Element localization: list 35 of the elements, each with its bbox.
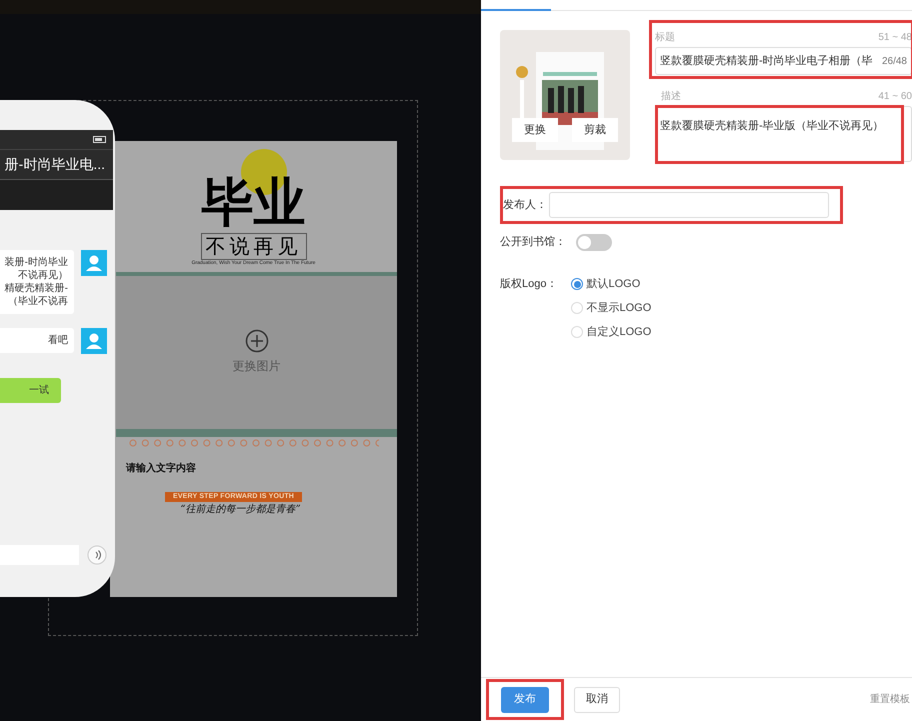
field-label: 描述: [661, 90, 681, 104]
plus-circle-icon: [244, 329, 268, 353]
user-avatar-icon: [81, 250, 107, 276]
voice-icon[interactable]: [87, 545, 107, 565]
public-switch[interactable]: [576, 234, 612, 251]
replace-button[interactable]: 更换: [512, 118, 558, 142]
poster-subtitle: 不说再见: [200, 233, 306, 260]
reset-template-link[interactable]: 重置模板: [870, 692, 910, 707]
field-label: 标题: [655, 30, 675, 45]
poster-headline: 毕业: [202, 177, 306, 229]
try-button[interactable]: 一试: [0, 378, 61, 403]
logo-label: 版权Logo：: [500, 277, 558, 292]
publisher-field[interactable]: [549, 192, 829, 218]
length-range: 51 ~ 48: [878, 31, 912, 45]
message-text: 不说再见）: [18, 269, 68, 282]
battery-icon: [93, 136, 107, 143]
message-text: 看吧: [48, 334, 68, 347]
user-avatar-icon: [81, 328, 107, 354]
logo-radio[interactable]: 默认LOGO: [571, 275, 652, 293]
cancel-button[interactable]: 取消: [574, 686, 620, 712]
char-count: 26/48: [882, 54, 907, 68]
publisher-label: 发布人：: [503, 198, 547, 213]
poster-quote: “往前走的每一步都是青春”: [180, 502, 301, 517]
crop-button[interactable]: 剪裁: [572, 118, 618, 142]
replace-image-label: 更换图片: [232, 358, 280, 375]
message-text: （毕业不说再: [8, 295, 68, 308]
logo-radio[interactable]: 不显示LOGO: [571, 299, 652, 317]
title-field[interactable]: 竖款覆膜硬壳精装册-时尚毕业电子相册（毕 26/48: [655, 47, 912, 75]
public-switch-label: 公开到书馆：: [500, 234, 566, 250]
message-text: 精硬壳精装册-: [4, 282, 68, 295]
text-placeholder[interactable]: 请输入文字内容: [126, 460, 196, 476]
chat-title: 册-时尚毕业电...: [4, 155, 105, 174]
logo-radio[interactable]: 自定义LOGO: [571, 323, 652, 341]
message-text: 装册-时尚毕业: [4, 256, 68, 269]
length-range: 41 ~ 60: [878, 90, 912, 104]
